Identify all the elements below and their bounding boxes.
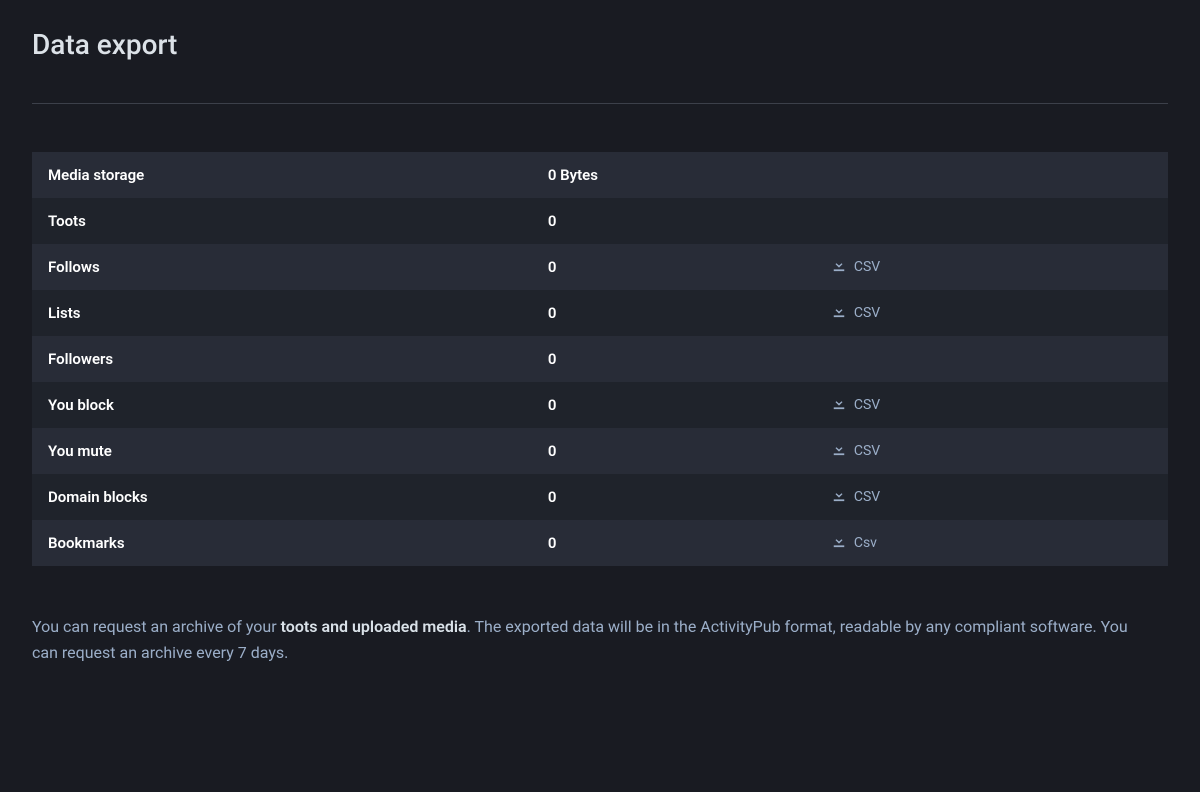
row-value: 0 bbox=[532, 382, 816, 428]
row-label: Follows bbox=[32, 244, 532, 290]
table-row: Toots0 bbox=[32, 198, 1168, 244]
row-action: CSV bbox=[816, 474, 1168, 520]
row-label: Media storage bbox=[32, 152, 532, 198]
row-action: CSV bbox=[816, 428, 1168, 474]
csv-download-link[interactable]: CSV bbox=[832, 304, 880, 322]
table-row: Followers0 bbox=[32, 336, 1168, 382]
row-action: CSV bbox=[816, 244, 1168, 290]
row-label: Followers bbox=[32, 336, 532, 382]
table-row: You mute0 CSV bbox=[32, 428, 1168, 474]
download-icon bbox=[832, 258, 846, 276]
divider bbox=[32, 103, 1168, 104]
row-value: 0 bbox=[532, 336, 816, 382]
row-action bbox=[816, 152, 1168, 198]
download-icon bbox=[832, 304, 846, 322]
row-action bbox=[816, 336, 1168, 382]
row-label: Toots bbox=[32, 198, 532, 244]
export-table: Media storage0 BytesToots0Follows0CSVLis… bbox=[32, 152, 1168, 566]
archive-info-text: You can request an archive of your toots… bbox=[32, 614, 1132, 665]
row-label: Lists bbox=[32, 290, 532, 336]
row-value: 0 bbox=[532, 428, 816, 474]
row-label: You mute bbox=[32, 428, 532, 474]
csv-link-label: CSV bbox=[854, 397, 880, 413]
row-value: 0 bbox=[532, 520, 816, 566]
row-label: You block bbox=[32, 382, 532, 428]
csv-download-link[interactable]: CSV bbox=[832, 442, 880, 460]
row-action bbox=[816, 198, 1168, 244]
row-label: Domain blocks bbox=[32, 474, 532, 520]
row-value: 0 Bytes bbox=[532, 152, 816, 198]
csv-download-link[interactable]: CSV bbox=[832, 258, 880, 276]
download-icon bbox=[832, 442, 846, 460]
row-action: CSV bbox=[816, 290, 1168, 336]
table-row: Lists0 CSV bbox=[32, 290, 1168, 336]
info-bold: toots and uploaded media bbox=[281, 617, 467, 636]
csv-link-label: CSV bbox=[854, 489, 880, 505]
row-label: Bookmarks bbox=[32, 520, 532, 566]
row-value: 0 bbox=[532, 290, 816, 336]
csv-download-link[interactable]: CSV bbox=[832, 396, 880, 414]
page-title: Data export bbox=[32, 28, 1168, 61]
table-row: Follows0 CSV bbox=[32, 244, 1168, 290]
csv-download-link[interactable]: Csv bbox=[832, 534, 877, 552]
info-prefix: You can request an archive of your bbox=[32, 617, 281, 636]
csv-link-label: CSV bbox=[854, 443, 880, 459]
download-icon bbox=[832, 488, 846, 506]
row-action: CSV bbox=[816, 382, 1168, 428]
csv-link-label: CSV bbox=[854, 305, 880, 321]
row-value: 0 bbox=[532, 198, 816, 244]
download-icon bbox=[832, 534, 846, 552]
csv-download-link[interactable]: CSV bbox=[832, 488, 880, 506]
table-row: Media storage0 Bytes bbox=[32, 152, 1168, 198]
csv-link-label: Csv bbox=[854, 535, 877, 551]
csv-link-label: CSV bbox=[854, 259, 880, 275]
download-icon bbox=[832, 396, 846, 414]
row-value: 0 bbox=[532, 244, 816, 290]
table-row: Bookmarks0 Csv bbox=[32, 520, 1168, 566]
row-action: Csv bbox=[816, 520, 1168, 566]
table-row: You block0 CSV bbox=[32, 382, 1168, 428]
table-row: Domain blocks0 CSV bbox=[32, 474, 1168, 520]
row-value: 0 bbox=[532, 474, 816, 520]
